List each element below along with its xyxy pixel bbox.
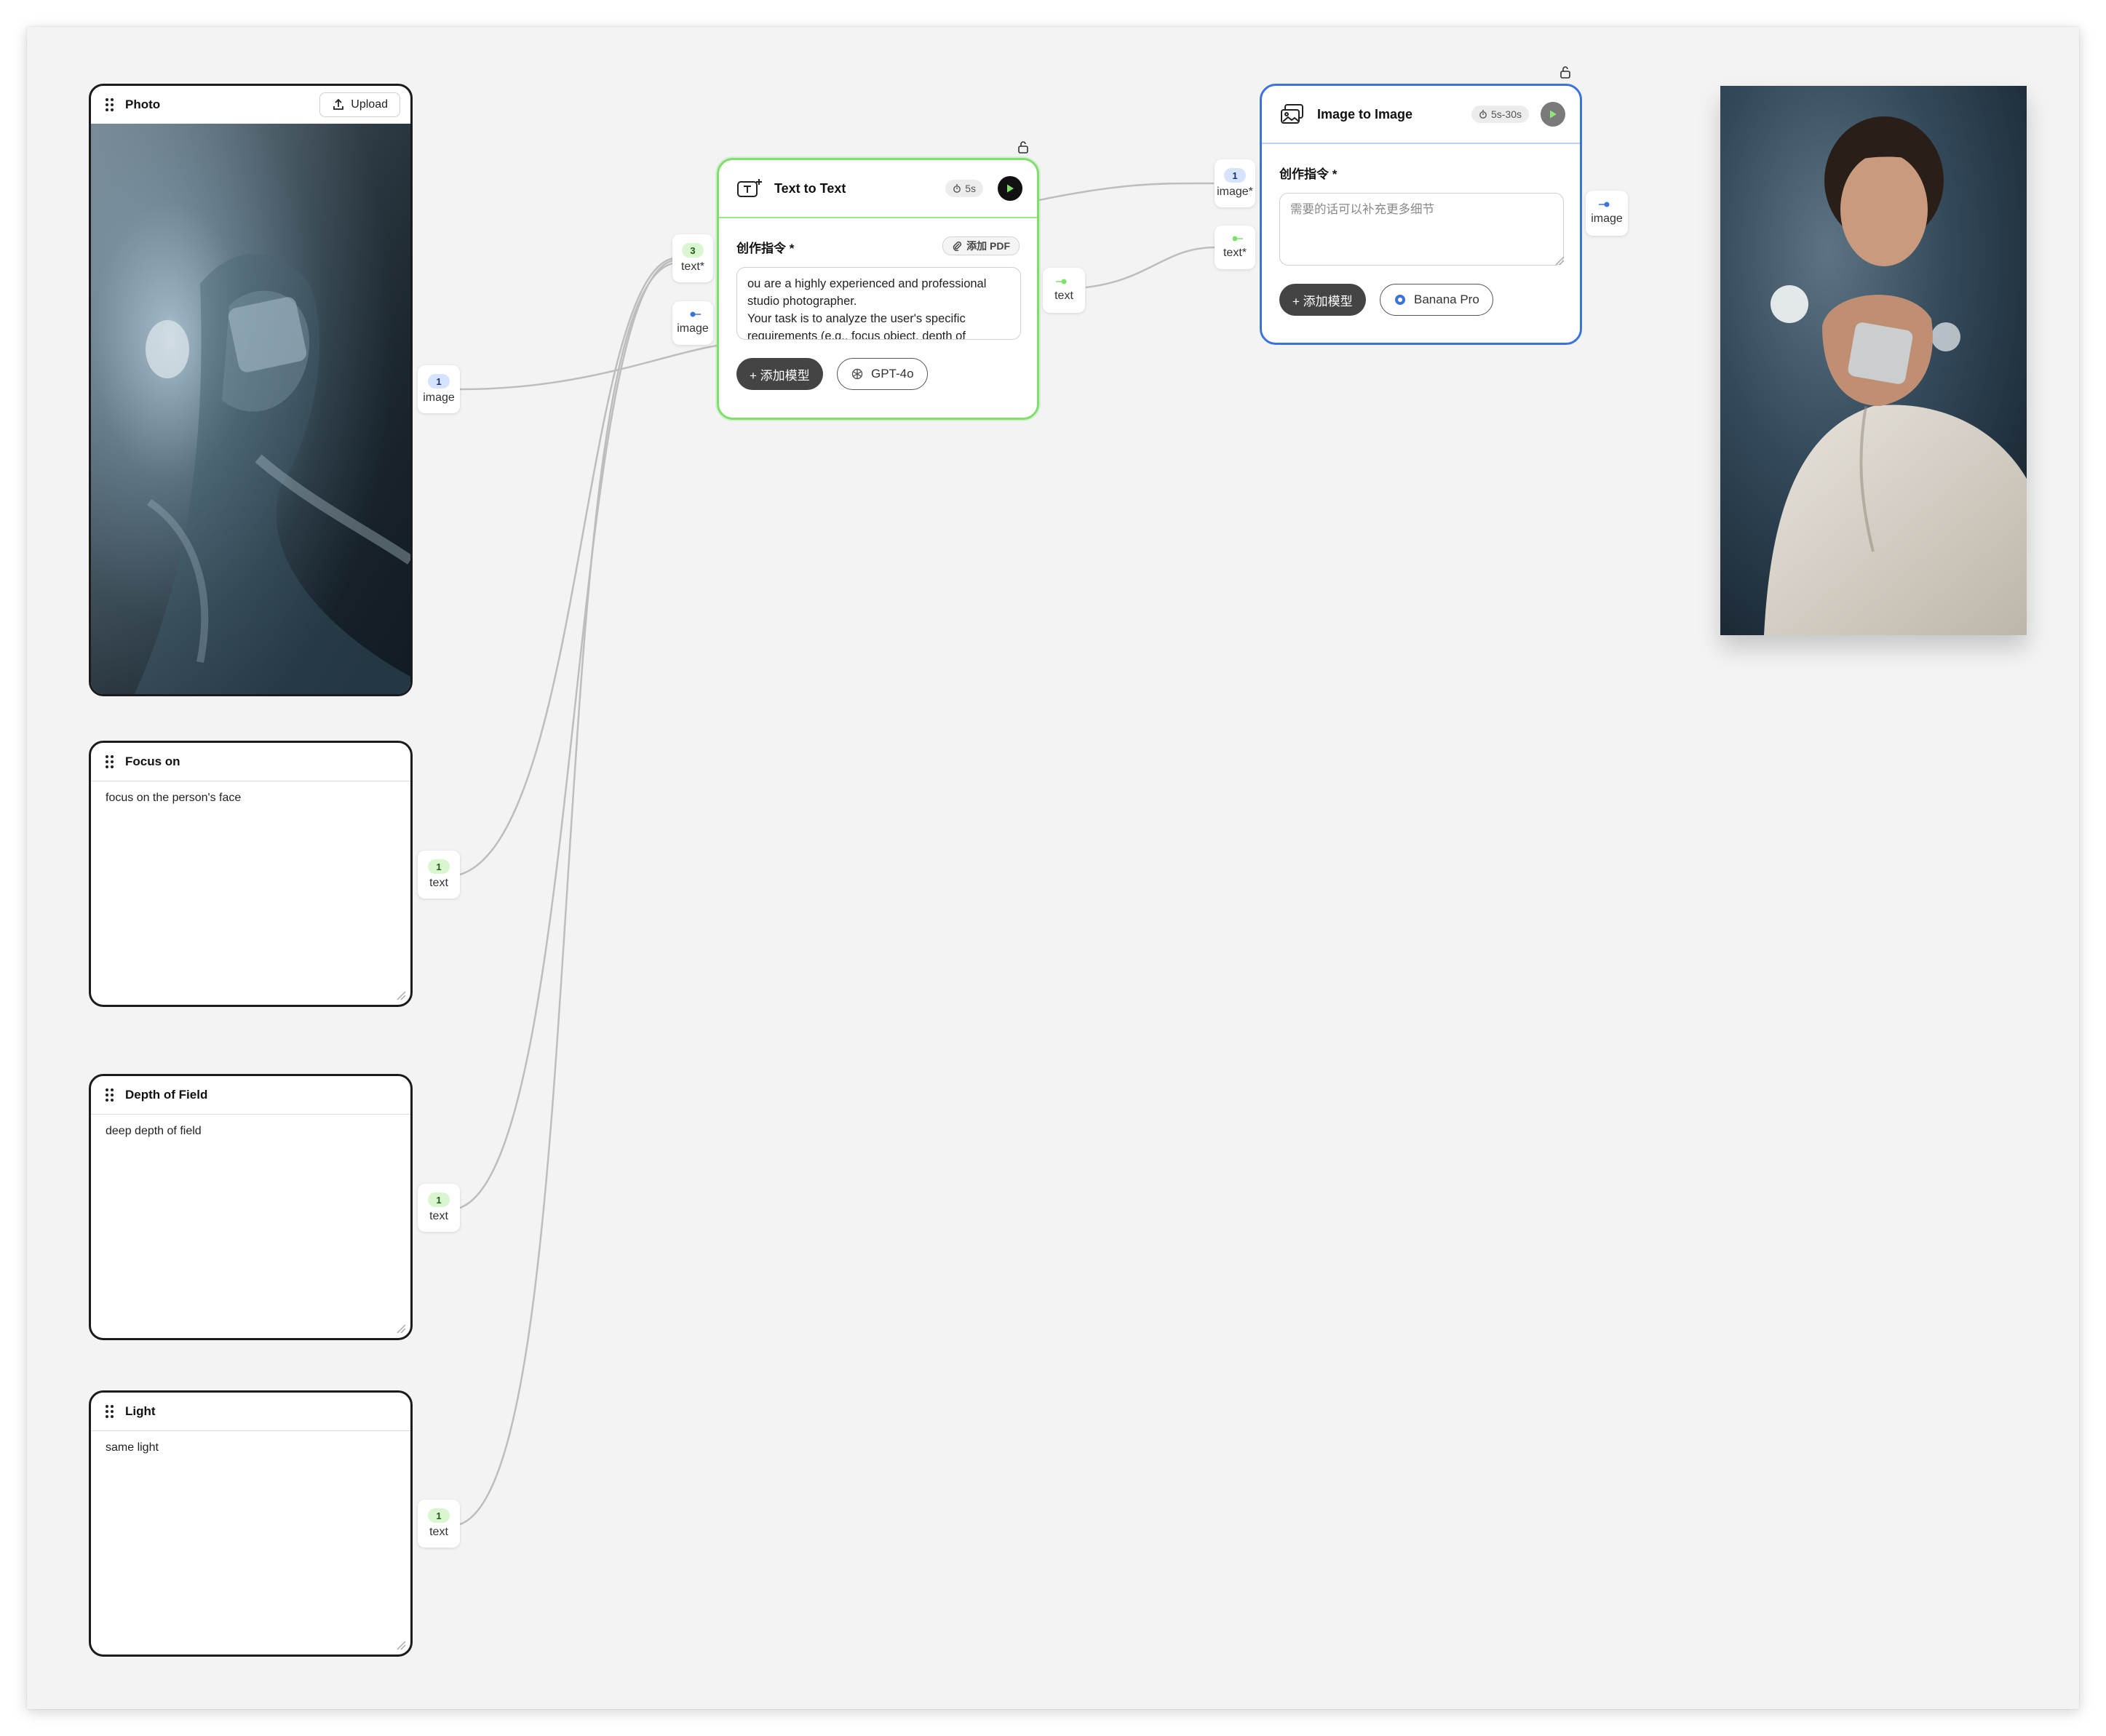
model-label: GPT-4o	[871, 367, 914, 381]
port-connector-icon	[690, 311, 701, 317]
photo-output-port[interactable]: 1 image	[418, 365, 460, 413]
image-to-image-header[interactable]: Image to Image 5s-30s	[1262, 86, 1580, 144]
prompt-section-label: 创作指令 *	[1279, 167, 1338, 181]
add-model-label: + 添加模型	[1292, 294, 1353, 308]
upload-button[interactable]: Upload	[319, 92, 400, 117]
drag-handle-icon[interactable]	[106, 755, 114, 768]
node-title: Text to Text	[774, 180, 846, 196]
photo-node-header[interactable]: Photo Upload	[91, 86, 410, 124]
time-estimate-badge: 5s-30s	[1471, 105, 1529, 123]
timer-icon	[1479, 110, 1487, 119]
text-to-text-header[interactable]: Text to Text 5s	[719, 160, 1037, 218]
add-pdf-button[interactable]: 添加 PDF	[942, 236, 1020, 255]
focus-output-port[interactable]: 1 text	[418, 851, 460, 899]
resize-handle-icon[interactable]	[396, 1640, 406, 1650]
time-estimate-badge: 5s	[945, 180, 983, 197]
port-count-badge: 1	[1224, 168, 1246, 183]
prompt-section-label: 创作指令 *	[736, 242, 795, 255]
generated-output-image[interactable]	[1720, 86, 2027, 635]
text-node-header[interactable]: Focus on	[91, 743, 410, 781]
port-connector-icon	[1232, 236, 1243, 242]
resize-handle-icon[interactable]	[396, 990, 406, 1000]
add-model-label: + 添加模型	[750, 368, 810, 383]
port-count-badge: 1	[428, 1192, 450, 1207]
text-node-header[interactable]: Light	[91, 1393, 410, 1431]
upload-label: Upload	[351, 98, 388, 111]
text-input-node-focus[interactable]: Focus on focus on the person's face	[89, 741, 413, 1007]
add-pdf-label: 添加 PDF	[966, 240, 1010, 252]
image-to-image-output-port[interactable]: image	[1586, 191, 1628, 236]
time-estimate-label: 5s-30s	[1490, 108, 1522, 120]
port-count-badge: 1	[428, 374, 450, 389]
add-model-button[interactable]: + 添加模型	[1279, 284, 1366, 316]
image-to-image-image-input-port[interactable]: 1 image*	[1215, 159, 1255, 207]
text-input-node-depth-of-field[interactable]: Depth of Field deep depth of field	[89, 1074, 413, 1340]
text-input-field[interactable]: same light	[91, 1431, 410, 1465]
text-node-header[interactable]: Depth of Field	[91, 1076, 410, 1115]
prompt-textarea[interactable]: 需要的话可以补充更多细节	[1279, 193, 1564, 266]
port-count-badge: 3	[682, 243, 704, 258]
drag-handle-icon[interactable]	[106, 98, 114, 111]
port-label: image	[677, 322, 709, 335]
model-label: Banana Pro	[1414, 292, 1479, 306]
image-to-image-icon	[1281, 104, 1303, 124]
timer-icon	[953, 184, 961, 193]
photo-node[interactable]: Photo Upload	[89, 84, 413, 696]
drag-handle-icon[interactable]	[106, 1088, 114, 1102]
port-label: image	[1591, 212, 1623, 225]
port-label: text*	[1223, 247, 1247, 259]
text-input-field[interactable]: deep depth of field	[91, 1115, 410, 1148]
unlock-icon[interactable]	[1016, 140, 1030, 154]
port-connector-icon	[1599, 202, 1610, 207]
drag-handle-icon[interactable]	[106, 1405, 114, 1418]
text-to-text-icon	[737, 179, 762, 197]
unlock-icon[interactable]	[1558, 65, 1573, 79]
port-count-badge: 1	[428, 859, 450, 874]
text-input-node-light[interactable]: Light same light	[89, 1390, 413, 1657]
node-title: Focus on	[125, 754, 180, 768]
port-label: text	[429, 1210, 448, 1222]
banana-model-icon	[1395, 295, 1405, 305]
light-output-port[interactable]: 1 text	[418, 1500, 460, 1548]
port-label: text	[429, 877, 448, 889]
text-input-field[interactable]: focus on the person's face	[91, 781, 410, 815]
uploaded-photo	[91, 124, 410, 694]
text-to-text-node[interactable]: Text to Text 5s 创作指令 * 添加 PDF ou are a h…	[717, 158, 1039, 420]
port-label: text*	[680, 260, 704, 273]
node-title: Image to Image	[1317, 106, 1413, 122]
model-selector[interactable]: GPT-4o	[837, 358, 928, 390]
text-to-text-text-input-port[interactable]: 3 text*	[672, 234, 713, 282]
port-label: text	[1054, 290, 1073, 302]
add-model-button[interactable]: + 添加模型	[736, 358, 823, 390]
resize-handle-icon[interactable]	[1554, 255, 1565, 266]
play-icon	[1007, 184, 1014, 193]
image-to-image-node[interactable]: Image to Image 5s-30s 创作指令 * 需要的话可以补充更多细…	[1260, 84, 1582, 345]
time-estimate-label: 5s	[965, 183, 976, 194]
upload-icon	[333, 98, 344, 110]
paperclip-icon	[953, 241, 962, 251]
run-button[interactable]	[1541, 102, 1565, 127]
port-label: image*	[1217, 186, 1253, 198]
port-label: text	[429, 1526, 448, 1538]
run-button[interactable]	[998, 176, 1022, 201]
node-title: Depth of Field	[125, 1088, 208, 1102]
port-label: image	[423, 391, 455, 404]
port-connector-icon	[1056, 279, 1067, 284]
model-selector[interactable]: Banana Pro	[1380, 284, 1493, 316]
node-title: Light	[125, 1404, 156, 1418]
image-to-image-text-input-port[interactable]: text*	[1215, 226, 1255, 269]
resize-handle-icon[interactable]	[396, 1323, 406, 1334]
openai-icon	[851, 368, 863, 380]
port-count-badge: 1	[428, 1508, 450, 1523]
prompt-textarea[interactable]: ou are a highly experienced and professi…	[736, 267, 1021, 340]
dof-output-port[interactable]: 1 text	[418, 1184, 460, 1232]
play-icon	[1550, 110, 1557, 119]
text-to-text-output-port[interactable]: text	[1043, 268, 1085, 313]
text-to-text-image-input-port[interactable]: image	[672, 301, 713, 345]
node-title: Photo	[125, 97, 161, 111]
